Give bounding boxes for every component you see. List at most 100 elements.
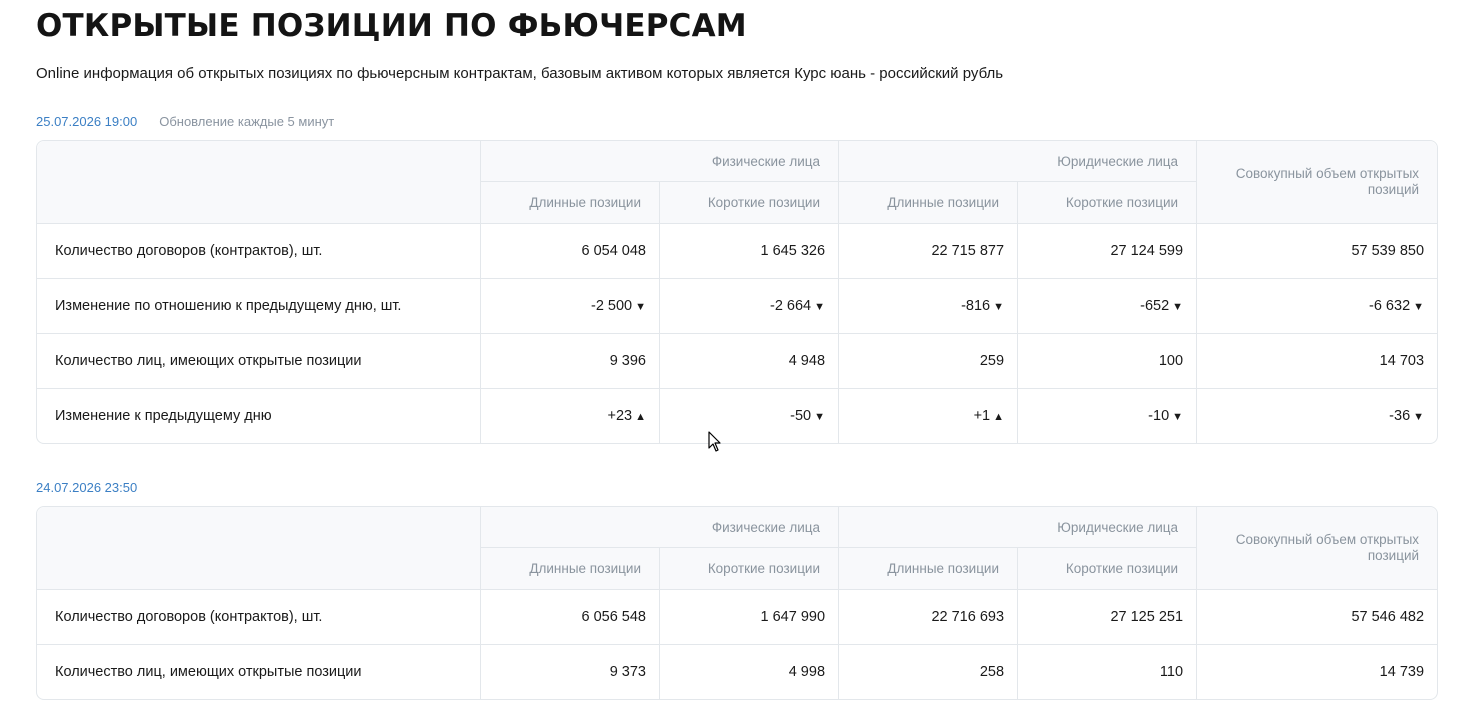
value-cell: -10 ▼ [1018,388,1198,443]
value-cell: 4 998 [660,644,840,699]
table-row: Количество лиц, имеющих открытые позиции… [37,333,1438,388]
value-text: 57 546 482 [1351,609,1425,625]
value-cell: 22 716 693 [839,589,1019,644]
value-text: 22 716 693 [931,609,1005,625]
value-cell: 27 125 251 [1018,589,1198,644]
value-text: 22 715 877 [931,243,1005,259]
header-blank [37,141,481,223]
value-cell: -36 ▼ [1197,388,1438,443]
value-cell: -50 ▼ [660,388,840,443]
value-text: 6 056 548 [581,609,646,625]
header-long: Длинные позиции [481,548,660,589]
header-short: Короткие позиции [660,182,840,223]
value-text: -2 500 [590,298,633,314]
value-cell: -6 632 ▼ [1197,278,1438,333]
value-text: 258 [979,664,1005,680]
arrow-down-icon: ▼ [993,301,1005,313]
value-cell: 14 703 [1197,333,1438,388]
row-label: Количество лиц, имеющих открытые позиции [37,333,481,388]
value-text: 4 998 [788,664,826,680]
value-cell: 57 546 482 [1197,589,1438,644]
table-row: Количество договоров (контрактов), шт. 6 … [37,589,1438,644]
value-cell: 9 373 [481,644,660,699]
value-text: -6 632 [1369,298,1411,314]
value-cell: 4 948 [660,333,840,388]
header-legal: Юридические лица [839,141,1198,182]
value-cell: 27 124 599 [1018,223,1198,278]
value-text: 14 703 [1379,353,1425,369]
header-individuals: Физические лица [481,507,840,548]
value-text: 27 125 251 [1110,609,1184,625]
arrow-down-icon: ▼ [1413,301,1425,313]
value-text: 27 124 599 [1110,243,1184,259]
value-cell: 9 396 [481,333,660,388]
arrow-down-icon: ▼ [1172,411,1184,423]
value-text: 6 054 048 [581,243,646,259]
value-cell: +23 ▲ [481,388,660,443]
positions-table-1: Физические лица Юридические лица Совокуп… [36,140,1439,444]
header-total: Совокупный объем открытых позиций [1197,141,1438,223]
header-blank [37,507,481,589]
table-2-meta: 24.07.2026 23:50 [36,479,137,497]
arrow-up-icon: ▲ [635,411,646,423]
row-label: Количество лиц, имеющих открытые позиции [37,644,481,699]
value-text: 9 396 [609,353,646,369]
value-text: 100 [1158,353,1184,369]
header-short: Короткие позиции [1018,548,1198,589]
value-cell: 1 645 326 [660,223,840,278]
value-text: 1 645 326 [760,243,826,259]
value-cell: 14 739 [1197,644,1438,699]
arrow-down-icon: ▼ [814,411,826,423]
arrow-down-icon: ▼ [1172,301,1184,313]
arrow-down-icon: ▼ [635,301,646,313]
value-text: +1 [973,408,991,424]
value-text: 57 539 850 [1351,243,1425,259]
header-long: Длинные позиции [839,548,1019,589]
value-cell: 110 [1018,644,1198,699]
table-1-date: 25.07.2026 19:00 [36,114,138,129]
row-label: Изменение к предыдущему дню [37,388,481,443]
value-cell: -816 ▼ [839,278,1019,333]
value-text: -2 664 [770,298,812,314]
value-text: +23 [607,408,633,424]
row-label: Количество договоров (контрактов), шт. [37,589,481,644]
header-long: Длинные позиции [839,182,1019,223]
value-cell: 6 056 548 [481,589,660,644]
header-long: Длинные позиции [481,182,660,223]
table-row: Изменение по отношению к предыдущему дню… [37,278,1438,333]
value-text: 110 [1159,664,1184,680]
positions-table-2: Физические лица Юридические лица Совокуп… [36,506,1439,700]
value-cell: -2 500 ▼ [481,278,660,333]
mouse-cursor-icon [708,431,721,452]
value-text: 1 647 990 [760,609,826,625]
header-legal: Юридические лица [839,507,1198,548]
update-note: Обновление каждые 5 минут [159,114,335,129]
value-text: -816 [961,298,991,314]
arrow-down-icon: ▼ [814,301,826,313]
header-short: Короткие позиции [660,548,840,589]
value-text: 14 739 [1379,664,1425,680]
arrow-down-icon: ▼ [1413,411,1425,423]
value-text: -50 [790,408,812,424]
value-text: 4 948 [788,353,826,369]
header-individuals: Физические лица [481,141,840,182]
header-total: Совокупный объем открытых позиций [1197,507,1438,589]
value-text: 9 373 [609,664,646,680]
value-cell: 57 539 850 [1197,223,1438,278]
table-row: Изменение к предыдущему дню +23 ▲ -50 ▼ +1 ▲ -1… [37,388,1438,443]
value-cell: -652 ▼ [1018,278,1198,333]
table-2-date: 24.07.2026 23:50 [36,480,138,495]
value-text: 259 [979,353,1005,369]
value-cell: +1 ▲ [839,388,1019,443]
value-cell: 1 647 990 [660,589,840,644]
arrow-up-icon: ▲ [993,411,1005,423]
row-label: Количество договоров (контрактов), шт. [37,223,481,278]
value-cell: 22 715 877 [839,223,1019,278]
value-text: -10 [1148,408,1170,424]
table-row: Количество лиц, имеющих открытые позиции… [37,644,1438,699]
value-cell: 259 [839,333,1019,388]
page-title: ОТКРЫТЫЕ ПОЗИЦИИ ПО ФЬЮЧЕРСАМ [36,8,747,44]
table-1-meta: 25.07.2026 19:00 Обновление каждые 5 мину… [36,113,334,131]
value-cell: 258 [839,644,1019,699]
value-text: -36 [1389,408,1411,424]
